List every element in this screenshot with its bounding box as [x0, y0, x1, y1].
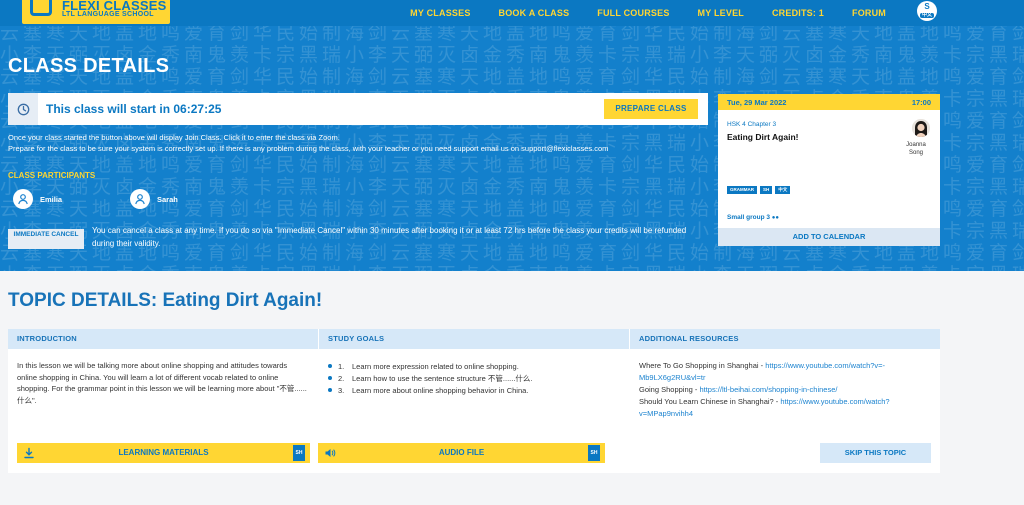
class-countdown-bar: This class will start in 06:27:25 PREPAR… — [8, 93, 708, 125]
tag-sh: SH — [760, 186, 773, 194]
countdown-text: This class will start in 06:27:25 — [46, 102, 222, 116]
class-chapter: HSK 4 Chapter 3 — [727, 121, 777, 128]
class-time: 17:00 — [911, 97, 931, 107]
resource-item: Should You Learn Chinese in Shanghai? - … — [639, 397, 890, 418]
nav-forum[interactable]: FORUM — [838, 8, 900, 18]
topic-title: TOPIC DETAILS: Eating Dirt Again! — [8, 290, 323, 311]
tag-grammar: GRAMMAR — [727, 186, 757, 194]
group-size: Small group 3 ●● — [727, 214, 780, 221]
learning-materials-button[interactable]: LEARNING MATERIALS SH — [17, 443, 310, 463]
audio-file-label: AUDIO FILE — [438, 448, 485, 457]
clock-icon — [8, 93, 38, 125]
flexi-classes-logo[interactable]: FLEXI CLASSES LTL LANGUAGE SCHOOL — [22, 0, 170, 24]
audio-file-button[interactable]: AUDIO FILE SH — [318, 443, 605, 463]
prepare-class-button[interactable]: PREPARE CLASS — [604, 99, 698, 119]
list-item: 2. Learn how to use the sentence structur… — [326, 372, 626, 384]
participant-emilia: Emilia — [13, 189, 62, 209]
resource-item: Going Shopping - https://ltl-beihai.com/… — [639, 385, 838, 394]
main-nav: MY CLASSES BOOK A CLASS FULL COURSES MY … — [396, 0, 900, 26]
list-item: 3. Learn more about online shopping behav… — [326, 384, 626, 396]
study-goals-heading: STUDY GOALS — [319, 329, 629, 349]
participant-name: Sarah — [157, 194, 178, 204]
class-title: Eating Dirt Again! — [727, 132, 799, 142]
resource-link[interactable]: https://ltl-beihai.com/shopping-in-chine… — [699, 385, 837, 394]
top-navigation-bar: FLEXI CLASSES LTL LANGUAGE SCHOOL MY CLA… — [0, 0, 1024, 26]
immediate-cancel-button[interactable]: IMMEDIATE CANCEL — [8, 229, 84, 249]
user-avatar-tag: 中文 — [920, 12, 934, 18]
instructions-line-2: Prepare for the class to be sure your sy… — [8, 144, 609, 153]
teacher-avatar — [912, 119, 930, 137]
class-date: Tue, 29 Mar 2022 — [727, 97, 787, 107]
user-avatar[interactable]: S 中文 — [917, 1, 937, 21]
class-instructions: Once your class started the button above… — [8, 132, 708, 154]
skip-topic-button[interactable]: SKIP THIS TOPIC — [820, 443, 931, 463]
cancellation-policy-text: You can cancel a class at any time. If y… — [92, 226, 687, 248]
participants-heading: CLASS PARTICIPANTS — [8, 171, 96, 180]
logo-subtitle: LTL LANGUAGE SCHOOL — [62, 11, 154, 18]
class-tags: GRAMMAR SH 中文 — [727, 186, 791, 194]
class-summary-card: Tue, 29 Mar 2022 17:00 HSK 4 Chapter 3 E… — [718, 94, 940, 246]
teacher-name: Joanna Song — [906, 142, 926, 156]
study-goals-list: 1. Learn more expression related to onlin… — [326, 360, 626, 396]
participant-sarah: Sarah — [130, 189, 178, 209]
nav-full-courses[interactable]: FULL COURSES — [583, 8, 683, 18]
user-avatar-letter: S — [924, 2, 930, 11]
instructions-line-1: Once your class started the button above… — [8, 133, 340, 142]
class-details-hero: 云塞寒天地盖地鸣爱育剑华民始制海剑云塞寒天地盖地鸣爱育剑华民始制海剑云塞寒天地盖… — [0, 26, 1024, 271]
add-to-calendar-button[interactable]: ADD TO CALENDAR — [718, 228, 940, 246]
sh-badge: SH — [588, 445, 600, 461]
learning-materials-label: LEARNING MATERIALS — [118, 448, 209, 457]
nav-my-classes[interactable]: MY CLASSES — [396, 8, 484, 18]
resource-item: Where To Go Shopping in Shanghai - https… — [639, 361, 886, 382]
group-people-icon: ●● — [771, 215, 780, 221]
topic-details-panel: INTRODUCTION STUDY GOALS ADDITIONAL RESO… — [8, 329, 940, 473]
list-item: 1. Learn more expression related to onlin… — [326, 360, 626, 372]
nav-book-a-class[interactable]: BOOK A CLASS — [485, 8, 584, 18]
additional-resources-heading: ADDITIONAL RESOURCES — [630, 329, 940, 349]
tag-chinese: 中文 — [775, 186, 791, 194]
sh-badge: SH — [293, 445, 305, 461]
logo-mark-icon — [30, 0, 52, 16]
user-icon — [130, 189, 150, 209]
resources-list: Where To Go Shopping in Shanghai - https… — [639, 360, 929, 420]
user-icon — [13, 189, 33, 209]
card-header: Tue, 29 Mar 2022 17:00 — [718, 94, 940, 110]
nav-my-level[interactable]: MY LEVEL — [684, 8, 758, 18]
nav-credits[interactable]: CREDITS: 1 — [758, 8, 838, 18]
page-title: CLASS DETAILS — [8, 55, 170, 77]
participant-name: Emilia — [40, 194, 63, 204]
introduction-heading: INTRODUCTION — [8, 329, 318, 349]
introduction-text: In this lesson we will be talking more a… — [17, 361, 307, 405]
